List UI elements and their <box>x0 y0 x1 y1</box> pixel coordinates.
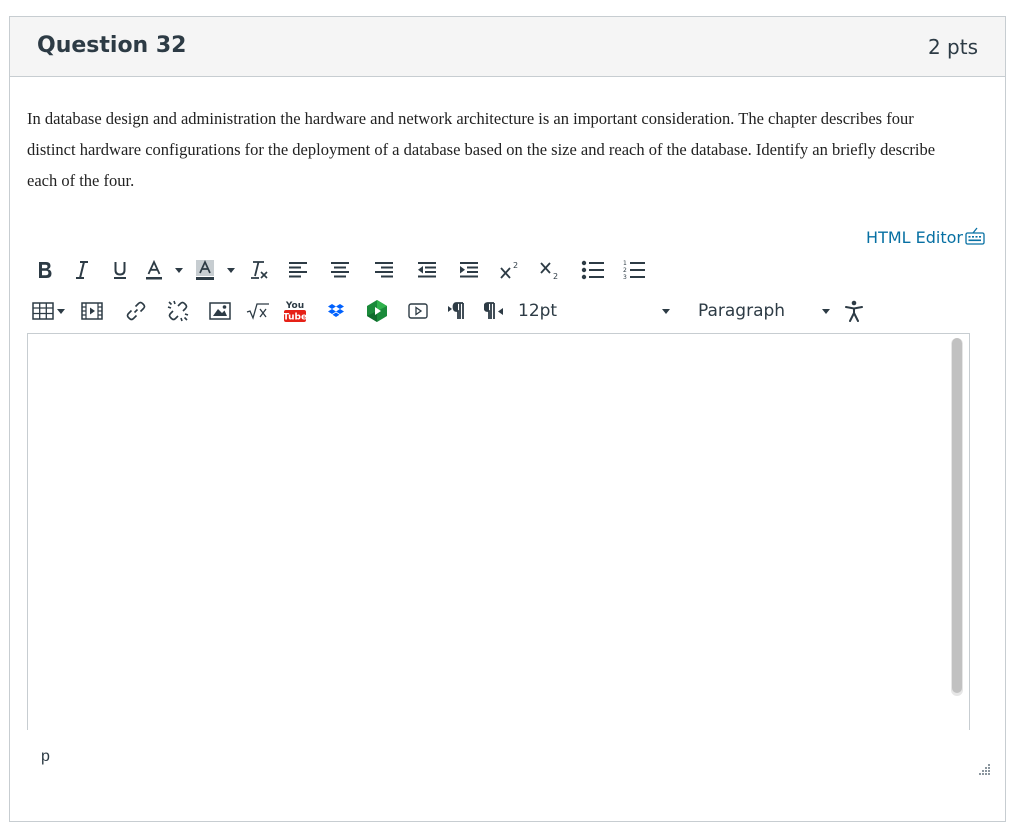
question-points: 2 pts <box>927 35 978 59</box>
video-button[interactable] <box>396 296 440 326</box>
ltr-icon <box>447 301 469 321</box>
media-icon <box>81 302 103 320</box>
superscript-icon: 2 <box>499 260 521 280</box>
accessibility-icon <box>844 300 864 322</box>
rtl-button[interactable] <box>476 296 514 326</box>
svg-text:2: 2 <box>553 272 558 281</box>
editor-scrollbar[interactable] <box>951 338 963 696</box>
block-format-select[interactable]: Paragraph <box>674 296 834 326</box>
svg-text:Tube: Tube <box>283 313 307 323</box>
align-left-icon <box>288 261 308 279</box>
chevron-down-icon <box>227 267 235 273</box>
bold-icon <box>37 260 53 280</box>
underline-button[interactable] <box>102 255 138 285</box>
svg-text:You: You <box>285 301 304 311</box>
html-editor-label: HTML Editor <box>866 227 963 247</box>
italic-icon <box>74 260 90 280</box>
link-button[interactable] <box>116 296 156 326</box>
clear-formatting-button[interactable] <box>240 255 278 285</box>
chevron-down-icon <box>822 308 830 314</box>
text-color-dropdown[interactable] <box>170 255 188 285</box>
svg-text:1: 1 <box>623 260 627 267</box>
align-center-icon <box>330 261 350 279</box>
toolbar-row-insert: You Tube 12pt Paragraph <box>28 294 874 328</box>
text-color-icon <box>145 260 163 280</box>
svg-text:3: 3 <box>623 274 627 281</box>
background-color-icon <box>195 259 215 281</box>
subscript-icon: 2 <box>539 259 561 281</box>
block-format-value: Paragraph <box>698 301 786 321</box>
image-button[interactable] <box>200 296 240 326</box>
rtl-icon <box>484 301 506 321</box>
video-icon <box>408 303 428 319</box>
outdent-icon <box>417 261 437 279</box>
svg-text:2: 2 <box>513 261 518 270</box>
background-color-dropdown[interactable] <box>222 255 240 285</box>
question-title: Question 32 <box>37 33 187 58</box>
align-left-button[interactable] <box>278 255 318 285</box>
subscript-button[interactable]: 2 <box>530 255 570 285</box>
chevron-down-icon <box>56 308 65 314</box>
dropbox-button[interactable] <box>314 296 358 326</box>
align-right-button[interactable] <box>362 255 406 285</box>
image-icon <box>209 302 231 320</box>
align-right-icon <box>374 261 394 279</box>
unlink-icon <box>166 299 190 323</box>
numbered-list-button[interactable]: 123 <box>616 255 652 285</box>
accessibility-button[interactable] <box>834 296 874 326</box>
math-equation-icon <box>246 302 270 320</box>
bullet-list-icon <box>581 260 605 280</box>
google-drive-icon <box>365 299 389 323</box>
superscript-button[interactable]: 2 <box>490 255 530 285</box>
italic-button[interactable] <box>62 255 102 285</box>
font-size-select[interactable]: 12pt <box>514 296 674 326</box>
editor-content[interactable] <box>36 342 939 722</box>
background-color-button[interactable] <box>188 255 222 285</box>
toolbar-row-formatting: 2 2 123 <box>28 253 652 287</box>
youtube-icon: You Tube <box>283 299 307 323</box>
question-text: In database design and administration th… <box>27 109 936 190</box>
resize-grip-icon <box>979 762 991 779</box>
html-editor-toggle[interactable]: HTML Editor <box>866 227 986 247</box>
unlink-button[interactable] <box>156 296 200 326</box>
google-drive-button[interactable] <box>358 296 396 326</box>
bold-button[interactable] <box>28 255 62 285</box>
element-path[interactable]: p <box>41 748 50 766</box>
clear-formatting-icon <box>249 260 269 280</box>
font-size-value: 12pt <box>518 301 558 321</box>
ltr-button[interactable] <box>440 296 476 326</box>
numbered-list-icon: 123 <box>622 259 646 281</box>
keyboard-icon <box>964 227 986 247</box>
table-icon <box>31 302 54 320</box>
rich-text-editor[interactable] <box>27 333 970 730</box>
question-header: Question 32 2 pts <box>10 17 1005 77</box>
link-icon <box>125 300 147 322</box>
media-button[interactable] <box>68 296 116 326</box>
outdent-button[interactable] <box>406 255 448 285</box>
math-equation-button[interactable] <box>240 296 276 326</box>
editor-scrollbar-thumb[interactable] <box>952 338 962 693</box>
svg-text:2: 2 <box>623 267 627 274</box>
resize-handle[interactable] <box>979 762 991 780</box>
underline-icon <box>112 260 128 280</box>
chevron-down-icon <box>175 267 183 273</box>
bullet-list-button[interactable] <box>570 255 616 285</box>
chevron-down-icon <box>662 308 670 314</box>
dropbox-icon <box>328 303 344 319</box>
text-color-button[interactable] <box>138 255 170 285</box>
youtube-button[interactable]: You Tube <box>276 296 314 326</box>
table-button[interactable] <box>28 296 68 326</box>
indent-icon <box>459 261 479 279</box>
indent-button[interactable] <box>448 255 490 285</box>
align-center-button[interactable] <box>318 255 362 285</box>
